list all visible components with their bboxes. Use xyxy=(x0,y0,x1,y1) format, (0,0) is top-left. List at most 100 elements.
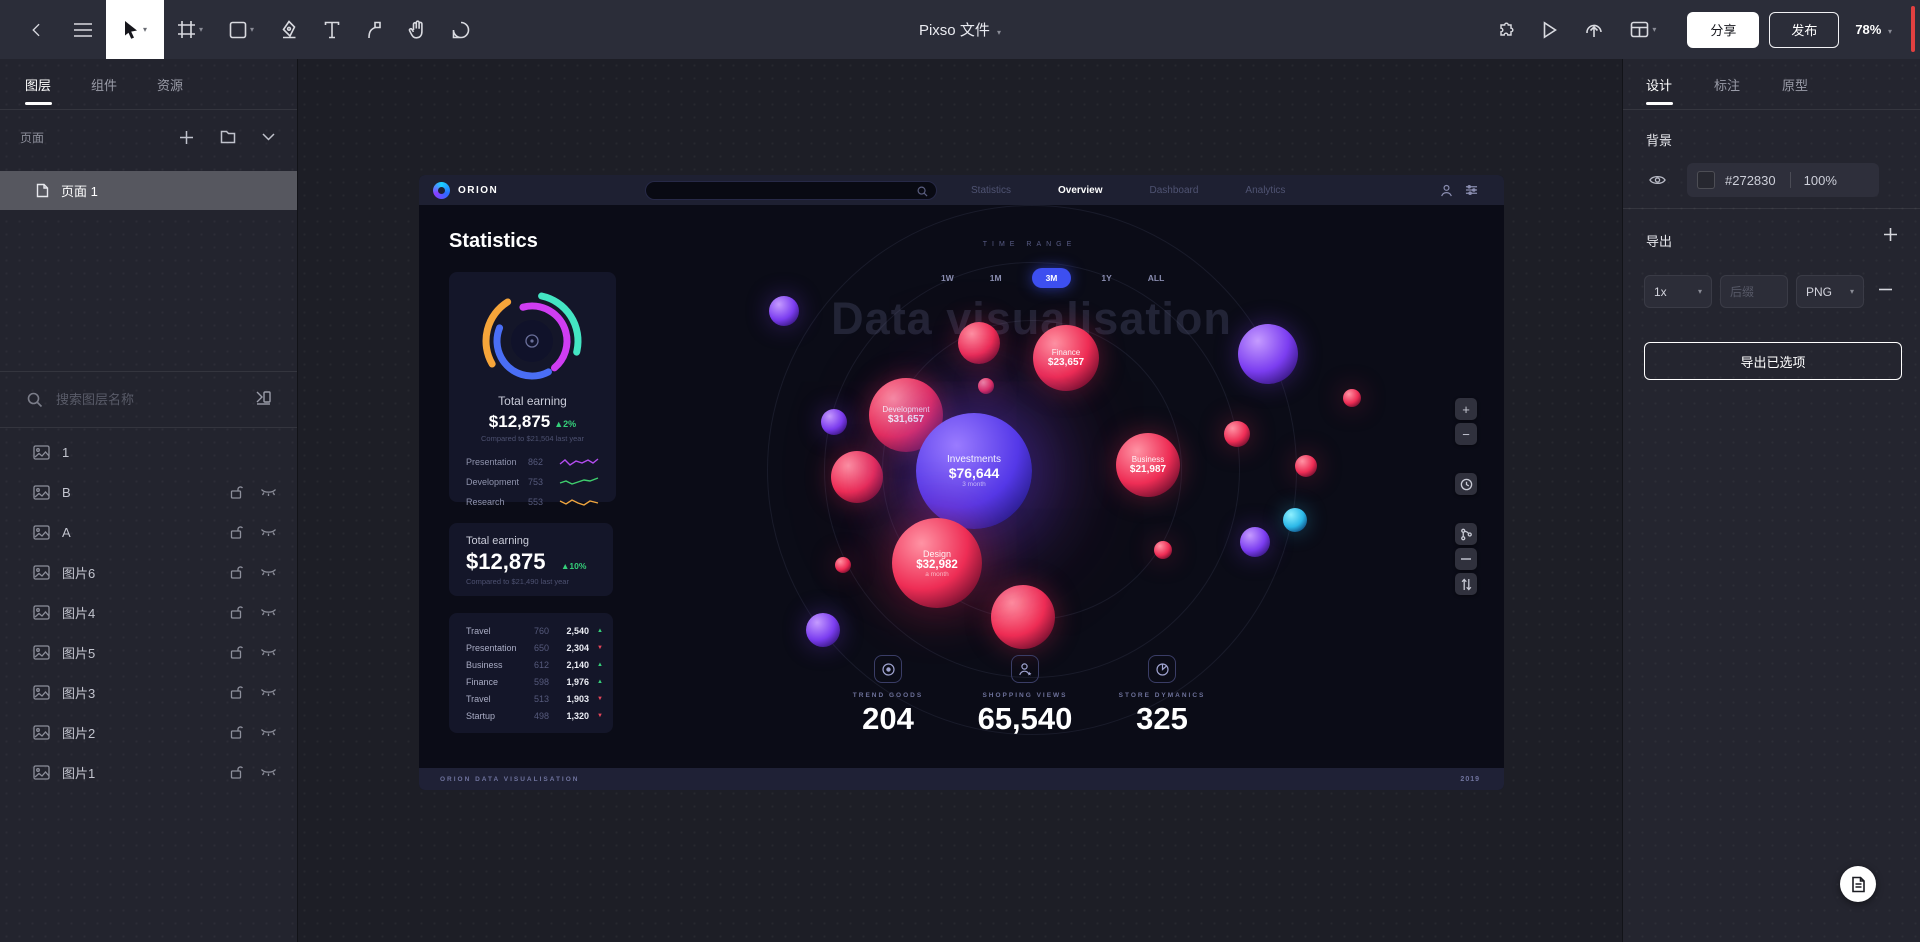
file-title-menu[interactable]: Pixso 文件 ▾ xyxy=(919,19,1001,40)
pen-icon xyxy=(280,20,298,39)
export-format-select[interactable]: PNG▾ xyxy=(1796,275,1864,308)
zoom-level[interactable]: 78% ▾ xyxy=(1855,22,1892,37)
tab-design[interactable]: 设计 xyxy=(1646,59,1672,109)
history-button[interactable] xyxy=(1455,473,1477,495)
move-tool-button[interactable]: ▾ xyxy=(106,0,164,59)
frame-tool-button[interactable]: ▾ xyxy=(164,0,216,59)
time-option-1m[interactable]: 1M xyxy=(984,269,1008,287)
unlock-toggle[interactable] xyxy=(230,685,243,699)
tab-components[interactable]: 组件 xyxy=(91,59,117,109)
pen-tool-button[interactable] xyxy=(267,0,311,59)
tab-resources[interactable]: 资源 xyxy=(157,59,183,109)
help-fab-button[interactable] xyxy=(1840,866,1876,902)
visibility-toggle[interactable] xyxy=(260,568,277,577)
flow-button[interactable] xyxy=(1455,523,1477,545)
export-selected-button[interactable]: 导出已选项 xyxy=(1644,342,1902,380)
time-option-1y[interactable]: 1Y xyxy=(1095,269,1117,287)
design-search-input[interactable] xyxy=(645,181,937,200)
visibility-toggle[interactable] xyxy=(260,768,277,777)
time-option-3m[interactable]: 3M xyxy=(1032,268,1072,288)
layer-row[interactable]: A xyxy=(0,512,297,552)
design-nav-dashboard[interactable]: Dashboard xyxy=(1150,185,1199,196)
page-item-selected[interactable]: 页面 1 xyxy=(0,171,297,210)
collapse-pages-icon[interactable] xyxy=(262,133,275,141)
upload-button[interactable] xyxy=(1571,0,1617,59)
cloud-upload-icon xyxy=(1584,20,1604,39)
share-button[interactable]: 分享 xyxy=(1687,12,1759,48)
play-icon xyxy=(1542,21,1558,39)
unlock-toggle[interactable] xyxy=(230,565,243,579)
visibility-toggle[interactable] xyxy=(260,728,277,737)
design-nav-analytics[interactable]: Analytics xyxy=(1245,185,1285,196)
background-visibility-toggle[interactable] xyxy=(1649,173,1666,191)
main-menu-button[interactable] xyxy=(60,0,106,59)
layer-row[interactable]: 图片2 xyxy=(0,712,297,752)
shape-tool-button[interactable]: ▾ xyxy=(216,0,267,59)
down-arrow-icon: ▼ xyxy=(597,713,603,719)
time-option-all[interactable]: ALL xyxy=(1142,269,1171,287)
time-option-1w[interactable]: 1W xyxy=(935,269,960,287)
tab-annotate[interactable]: 标注 xyxy=(1714,59,1740,109)
layer-row[interactable]: B xyxy=(0,472,297,512)
unlock-toggle[interactable] xyxy=(230,485,243,499)
user-icon[interactable] xyxy=(1440,184,1453,197)
background-color-field[interactable]: #272830 100% xyxy=(1687,163,1879,197)
canvas[interactable]: ORION Statistics Overview Dashboard Anal… xyxy=(298,59,1622,942)
layer-search-input[interactable] xyxy=(56,392,206,407)
present-button[interactable] xyxy=(1529,0,1571,59)
tab-prototype[interactable]: 原型 xyxy=(1782,59,1808,109)
visibility-toggle[interactable] xyxy=(260,608,277,617)
tab-layers[interactable]: 图层 xyxy=(25,59,51,109)
design-frame[interactable]: ORION Statistics Overview Dashboard Anal… xyxy=(419,175,1504,790)
export-scale-select[interactable]: 1x▾ xyxy=(1644,275,1712,308)
add-export-button[interactable] xyxy=(1883,227,1898,247)
comment-tool-button[interactable] xyxy=(439,0,483,59)
color-swatch[interactable] xyxy=(1697,171,1715,189)
table-cell-amount: 2,304 xyxy=(553,643,589,653)
publish-button[interactable]: 发布 xyxy=(1769,12,1839,48)
up-arrow-icon: ▲ xyxy=(597,679,603,685)
add-page-icon[interactable] xyxy=(179,130,194,145)
unlock-toggle[interactable] xyxy=(230,525,243,539)
spacing-button[interactable] xyxy=(1455,548,1477,570)
right-panel-tabs: 设计 标注 原型 xyxy=(1623,59,1920,110)
zoom-in-button[interactable]: + xyxy=(1455,398,1477,420)
locate-layer-button[interactable] xyxy=(255,390,272,410)
visibility-toggle[interactable] xyxy=(260,688,277,697)
unlock-toggle[interactable] xyxy=(230,765,243,779)
swap-button[interactable] xyxy=(1455,573,1477,595)
layer-row[interactable]: 图片6 xyxy=(0,552,297,592)
layer-row[interactable]: 图片4 xyxy=(0,592,297,632)
opacity-value[interactable]: 100% xyxy=(1804,173,1837,188)
layer-search-row xyxy=(0,372,297,428)
folder-icon[interactable] xyxy=(220,130,236,144)
path-tool-button[interactable] xyxy=(353,0,395,59)
filter-sliders-icon[interactable] xyxy=(1465,184,1478,196)
text-icon xyxy=(324,21,340,39)
unlock-toggle[interactable] xyxy=(230,645,243,659)
export-suffix-input[interactable] xyxy=(1730,285,1778,299)
bubble xyxy=(806,613,840,647)
layer-row[interactable]: 1 xyxy=(0,432,297,472)
hand-tool-button[interactable] xyxy=(395,0,439,59)
bubble xyxy=(958,322,1000,364)
back-button[interactable] xyxy=(14,0,60,59)
visibility-toggle[interactable] xyxy=(260,648,277,657)
unlock-toggle[interactable] xyxy=(230,605,243,619)
color-hex-value[interactable]: #272830 xyxy=(1725,173,1776,188)
layer-row[interactable]: 图片3 xyxy=(0,672,297,712)
visibility-toggle[interactable] xyxy=(260,528,277,537)
visibility-toggle[interactable] xyxy=(260,488,277,497)
pixso-app: ▾ ▾ ▾ xyxy=(0,0,1920,942)
design-nav-statistics[interactable]: Statistics xyxy=(971,185,1011,196)
layer-row[interactable]: 图片5 xyxy=(0,632,297,672)
text-tool-button[interactable] xyxy=(311,0,353,59)
unlock-toggle[interactable] xyxy=(230,725,243,739)
zoom-out-button[interactable]: − xyxy=(1455,423,1477,445)
layers-panel: 图层 组件 资源 页面 页面 1 1 xyxy=(0,59,298,942)
plugins-button[interactable] xyxy=(1483,0,1529,59)
layer-row[interactable]: 图片1 xyxy=(0,752,297,792)
design-nav-overview[interactable]: Overview xyxy=(1058,185,1102,196)
remove-export-button[interactable] xyxy=(1878,282,1893,302)
layout-toggle-button[interactable]: ▾ xyxy=(1617,0,1669,59)
